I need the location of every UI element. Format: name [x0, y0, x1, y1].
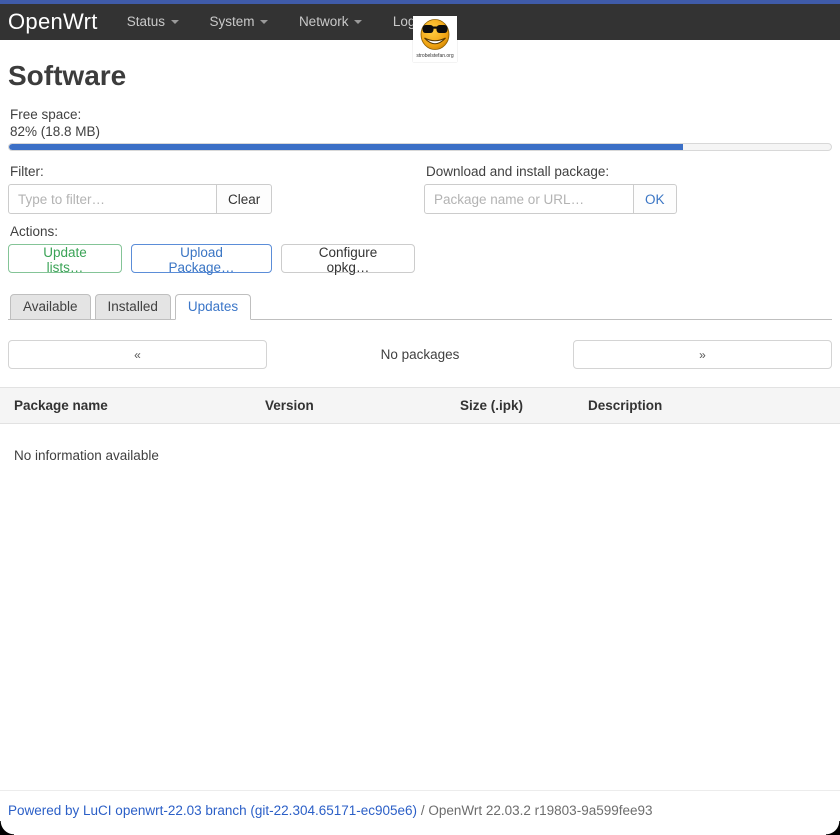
- free-space-progressbar: [8, 143, 832, 151]
- filter-input[interactable]: [8, 184, 217, 214]
- chevron-down-icon: [260, 20, 268, 24]
- footer: Powered by LuCI openwrt-22.03 branch (gi…: [0, 790, 840, 830]
- firmware-version-text: OpenWrt 22.03.2 r19803-9a599fee93: [428, 803, 652, 818]
- download-column: Download and install package: OK: [424, 163, 832, 273]
- nav-item-system-label: System: [209, 14, 254, 29]
- next-page-button[interactable]: »: [573, 340, 832, 369]
- free-space-progressbar-fill: [9, 144, 683, 150]
- site-logo: strobelstefan.org: [413, 16, 457, 62]
- upload-package-button[interactable]: Upload Package…: [131, 244, 272, 273]
- content-area: Software Free space: 82% (18.8 MB) Filte…: [0, 60, 840, 463]
- download-ok-button[interactable]: OK: [633, 184, 677, 214]
- column-header-size: Size (.ipk): [460, 398, 588, 413]
- column-header-version: Version: [265, 398, 460, 413]
- site-logo-caption: strobelstefan.org: [413, 53, 457, 59]
- controls-row: Filter: Clear Actions: Update lists… Upl…: [8, 163, 832, 273]
- column-header-package-name: Package name: [0, 398, 265, 413]
- actions-row: Update lists… Upload Package… Configure …: [8, 244, 424, 273]
- prev-page-button[interactable]: «: [8, 340, 267, 369]
- chevron-down-icon: [354, 20, 362, 24]
- nav-item-system[interactable]: System: [209, 14, 268, 29]
- luci-branch-link[interactable]: Powered by LuCI openwrt-22.03 branch: [8, 803, 247, 818]
- empty-table-message: No information available: [8, 448, 832, 463]
- package-url-input[interactable]: [424, 184, 634, 214]
- update-lists-button[interactable]: Update lists…: [8, 244, 122, 273]
- footer-separator: /: [421, 803, 425, 818]
- tab-installed[interactable]: Installed: [95, 294, 171, 320]
- window-corner-bottom-left: [0, 821, 14, 835]
- nav-item-network-label: Network: [299, 14, 349, 29]
- pager-status-text: No packages: [267, 347, 573, 362]
- clear-filter-button[interactable]: Clear: [216, 184, 272, 214]
- page-title: Software: [8, 60, 832, 92]
- column-header-description: Description: [588, 398, 840, 413]
- free-space-section: Free space: 82% (18.8 MB): [8, 106, 832, 151]
- navbar: OpenWrt Status System Network Logout str…: [0, 4, 840, 40]
- configure-opkg-button[interactable]: Configure opkg…: [281, 244, 415, 273]
- tab-bar: Available Installed Updates: [8, 294, 832, 320]
- smiley-sunglasses-icon: [417, 17, 453, 53]
- filter-label: Filter:: [8, 163, 424, 180]
- filter-input-group: Clear: [8, 184, 424, 214]
- pagination: « No packages »: [8, 340, 832, 369]
- actions-label: Actions:: [8, 223, 424, 240]
- tab-available[interactable]: Available: [10, 294, 91, 320]
- brand-logo-text[interactable]: OpenWrt: [8, 9, 98, 35]
- nav-item-status[interactable]: Status: [127, 14, 179, 29]
- window-corner-bottom-right: [826, 821, 840, 835]
- nav-item-status-label: Status: [127, 14, 165, 29]
- nav-item-network[interactable]: Network: [299, 14, 363, 29]
- packages-table-header: Package name Version Size (.ipk) Descrip…: [0, 387, 840, 424]
- free-space-value: 82% (18.8 MB): [8, 123, 832, 140]
- download-input-group: OK: [424, 184, 832, 214]
- main-menu: Status System Network Logout: [114, 13, 447, 31]
- free-space-label: Free space:: [8, 106, 832, 123]
- tab-updates[interactable]: Updates: [175, 294, 251, 320]
- download-install-label: Download and install package:: [424, 163, 832, 180]
- filter-and-actions-column: Filter: Clear Actions: Update lists… Upl…: [8, 163, 424, 273]
- chevron-down-icon: [171, 20, 179, 24]
- git-revision-link[interactable]: (git-22.304.65171-ec905e6): [250, 803, 417, 818]
